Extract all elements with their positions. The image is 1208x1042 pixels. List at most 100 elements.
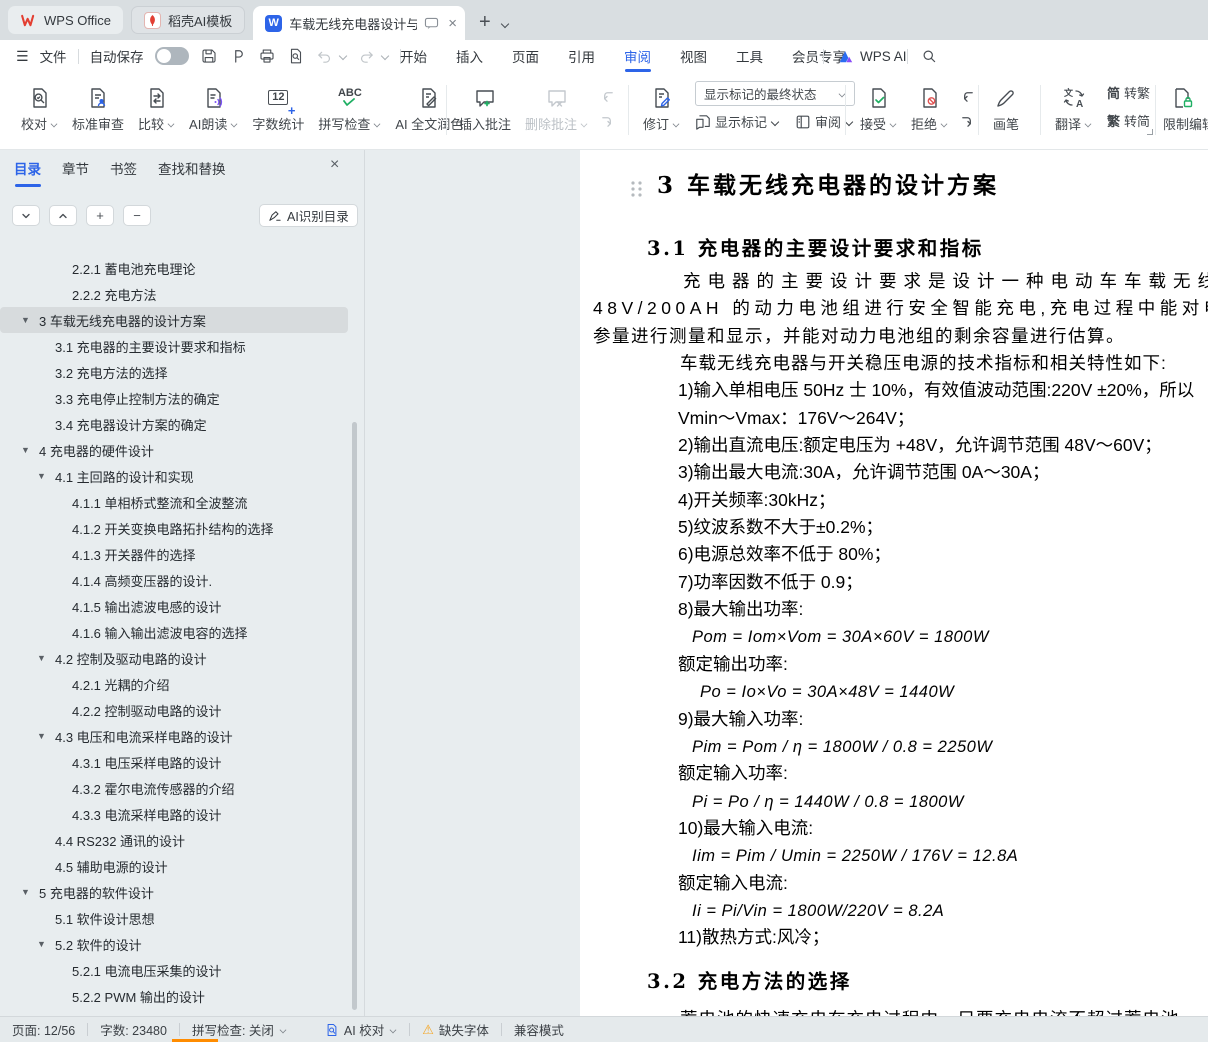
ink-brush-button[interactable]: 画笔 <box>986 81 1026 133</box>
tab-close-icon[interactable]: × <box>448 15 457 32</box>
spellcheck-status[interactable]: 拼写检查: 关闭 <box>192 1020 287 1039</box>
triangle-collapse-icon[interactable]: ▼ <box>37 731 55 741</box>
toc-item[interactable]: ▼ 2.2.2 充电方法 <box>0 281 364 307</box>
new-tab-button[interactable]: + <box>479 12 491 32</box>
compatibility-mode-badge[interactable]: 兼容模式 <box>514 1020 564 1039</box>
translate-button[interactable]: 文A 翻译 <box>1048 81 1099 133</box>
missing-font-warning[interactable]: ⚠ 缺失字体 <box>422 1020 489 1039</box>
sidebar-tab[interactable]: 查找和替换 <box>158 158 226 187</box>
proofread-button[interactable]: 校对 <box>14 81 65 133</box>
triangle-collapse-icon[interactable]: ▼ <box>37 471 55 481</box>
toc-item[interactable]: ▼ 4.3.2 霍尔电流传感器的介绍 <box>0 775 364 801</box>
search-icon[interactable] <box>920 47 938 65</box>
menu-tab[interactable]: 插入 <box>456 40 483 72</box>
sidebar-scrollbar[interactable] <box>352 422 357 1010</box>
toc-next-heading-button[interactable] <box>12 205 40 226</box>
toc-item[interactable]: ▼ 5.2 软件的设计 <box>0 931 364 957</box>
file-menu[interactable]: 文件 <box>40 46 67 66</box>
print-preview-icon[interactable] <box>287 47 305 65</box>
menu-tab[interactable]: 审阅 <box>624 40 651 72</box>
tab-docer-templates[interactable]: 稻壳AI模板 <box>131 6 245 34</box>
next-comment-icon[interactable] <box>597 112 617 130</box>
reject-revision-button[interactable]: 拒绝 <box>904 81 955 133</box>
toc-item[interactable]: ▼ 5 充电器的软件设计 <box>0 879 364 905</box>
triangle-collapse-icon[interactable]: ▼ <box>21 445 39 455</box>
compare-button[interactable]: 比较 <box>131 81 182 133</box>
redo-icon[interactable] <box>358 48 375 65</box>
triangle-collapse-icon[interactable]: ▼ <box>21 887 39 897</box>
markup-state-dropdown[interactable]: 显示标记的最终状态 <box>695 81 855 106</box>
previous-comment-icon[interactable] <box>597 87 617 105</box>
print-icon[interactable] <box>258 47 276 65</box>
tab-list-chevron-icon[interactable] <box>501 20 509 28</box>
menu-tab[interactable]: 开始 <box>400 40 427 72</box>
accept-revision-button[interactable]: 接受 <box>853 81 904 133</box>
sidebar-tab[interactable]: 章节 <box>62 158 89 187</box>
word-count-indicator[interactable]: 字数: 23480 <box>100 1020 167 1039</box>
triangle-collapse-icon[interactable]: ▼ <box>37 653 55 663</box>
undo-icon[interactable] <box>316 48 333 65</box>
menu-tab[interactable]: 工具 <box>736 40 763 72</box>
previous-revision-icon[interactable] <box>957 87 977 105</box>
wps-ai-button[interactable]: WPS AI <box>838 40 907 72</box>
tab-document-active[interactable]: W 车载无线充电器设计与实现 与 × <box>253 6 465 40</box>
document-page[interactable]: 3 车载无线充电器的设计方案 3.1 充电器的主要设计要求和指标 充电器的主要设… <box>580 150 1208 1016</box>
menu-tab[interactable]: 引用 <box>568 40 595 72</box>
toc-expand-all-button[interactable]: + <box>86 205 114 226</box>
toc-item[interactable]: ▼ 4.5 辅助电源的设计 <box>0 853 364 879</box>
to-simplified-button[interactable]: 繁 转简 <box>1107 111 1150 130</box>
autosave-toggle[interactable] <box>155 47 189 65</box>
triangle-collapse-icon[interactable]: ▼ <box>21 315 39 325</box>
toc-item[interactable]: ▼ 4.4 RS232 通讯的设计 <box>0 827 364 853</box>
delete-comment-button[interactable]: 删除批注 <box>518 81 595 133</box>
page-indicator[interactable]: 页面: 12/56 <box>12 1020 75 1039</box>
toc-item[interactable]: ▼ 4.3.3 电流采样电路的设计 <box>0 801 364 827</box>
toc-prev-heading-button[interactable] <box>49 205 77 226</box>
toc-item[interactable]: ▼ 3.4 充电器设计方案的确定 <box>0 411 364 437</box>
sidebar-tab[interactable]: 书签 <box>110 158 137 187</box>
triangle-collapse-icon[interactable]: ▼ <box>37 939 55 949</box>
toc-item[interactable]: ▼ 5.2.3 液晶显示的设计 <box>0 1009 364 1016</box>
toc-collapse-all-button[interactable]: − <box>123 205 151 226</box>
toc-item[interactable]: ▼ 4.2 控制及驱动电路的设计 <box>0 645 364 671</box>
toc-item[interactable]: ▼ 3.3 充电停止控制方法的确定 <box>0 385 364 411</box>
track-changes-button[interactable]: 修订 <box>636 81 687 133</box>
toc-item[interactable]: ▼ 4.1.1 单相桥式整流和全波整流 <box>0 489 364 515</box>
menu-tab[interactable]: 视图 <box>680 40 707 72</box>
save-icon[interactable] <box>200 47 218 65</box>
undo-chevron-icon[interactable] <box>339 52 347 60</box>
word-count-button[interactable]: 12 + 字数统计 <box>245 81 311 133</box>
export-pdf-icon[interactable] <box>229 47 247 65</box>
toc-item[interactable]: ▼ 5.2.1 电流电压采集的设计 <box>0 957 364 983</box>
hamburger-menu-icon[interactable]: ☰ <box>16 48 29 65</box>
group-expand-icon[interactable] <box>1144 126 1155 137</box>
spell-check-button[interactable]: ABC 拼写检查 <box>311 81 388 133</box>
toc-item[interactable]: ▼ 4.1.3 开关器件的选择 <box>0 541 364 567</box>
toc-item[interactable]: ▼ 4 充电器的硬件设计 <box>0 437 364 463</box>
show-markup-button[interactable]: 显示标记 <box>695 112 779 131</box>
toc-item[interactable]: ▼ 4.2.2 控制驱动电路的设计 <box>0 697 364 723</box>
tab-wps-office[interactable]: WPS Office <box>8 6 123 34</box>
ai-proofread-status[interactable]: AI 校对 <box>325 1020 397 1039</box>
toc-item[interactable]: ▼ 4.3.1 电压采样电路的设计 <box>0 749 364 775</box>
sidebar-close-icon[interactable]: × <box>330 156 339 174</box>
standard-check-button[interactable]: 标准审查 <box>65 81 131 133</box>
insert-comment-button[interactable]: 插入批注 <box>452 81 518 133</box>
ai-recognize-toc-button[interactable]: AI识别目录 <box>259 204 358 227</box>
toc-item[interactable]: ▼ 3.2 充电方法的选择 <box>0 359 364 385</box>
ai-read-button[interactable]: AI朗读 <box>182 81 245 133</box>
toc-item[interactable]: ▼ 4.2.1 光耦的介绍 <box>0 671 364 697</box>
to-traditional-button[interactable]: 简 转繁 <box>1107 83 1150 102</box>
toc-item[interactable]: ▼ 4.1.2 开关变换电路拓扑结构的选择 <box>0 515 364 541</box>
toc-item[interactable]: ▼ 4.3 电压和电流采样电路的设计 <box>0 723 364 749</box>
restrict-edit-button[interactable]: 限制编辑 <box>1163 81 1208 133</box>
toc-item[interactable]: ▼ 4.1.5 输出滤波电感的设计 <box>0 593 364 619</box>
toc-item[interactable]: ▼ 4.1.6 输入输出滤波电容的选择 <box>0 619 364 645</box>
toc-item[interactable]: ▼ 3 车载无线充电器的设计方案 <box>0 307 348 333</box>
menu-tab[interactable]: 页面 <box>512 40 539 72</box>
redo-chevron-icon[interactable] <box>381 52 389 60</box>
toc-item[interactable]: ▼ 3.1 充电器的主要设计要求和指标 <box>0 333 364 359</box>
toc-item[interactable]: ▼ 5.2.2 PWM 输出的设计 <box>0 983 364 1009</box>
toc-item[interactable]: ▼ 5.1 软件设计思想 <box>0 905 364 931</box>
sidebar-tab[interactable]: 目录 <box>14 158 41 187</box>
